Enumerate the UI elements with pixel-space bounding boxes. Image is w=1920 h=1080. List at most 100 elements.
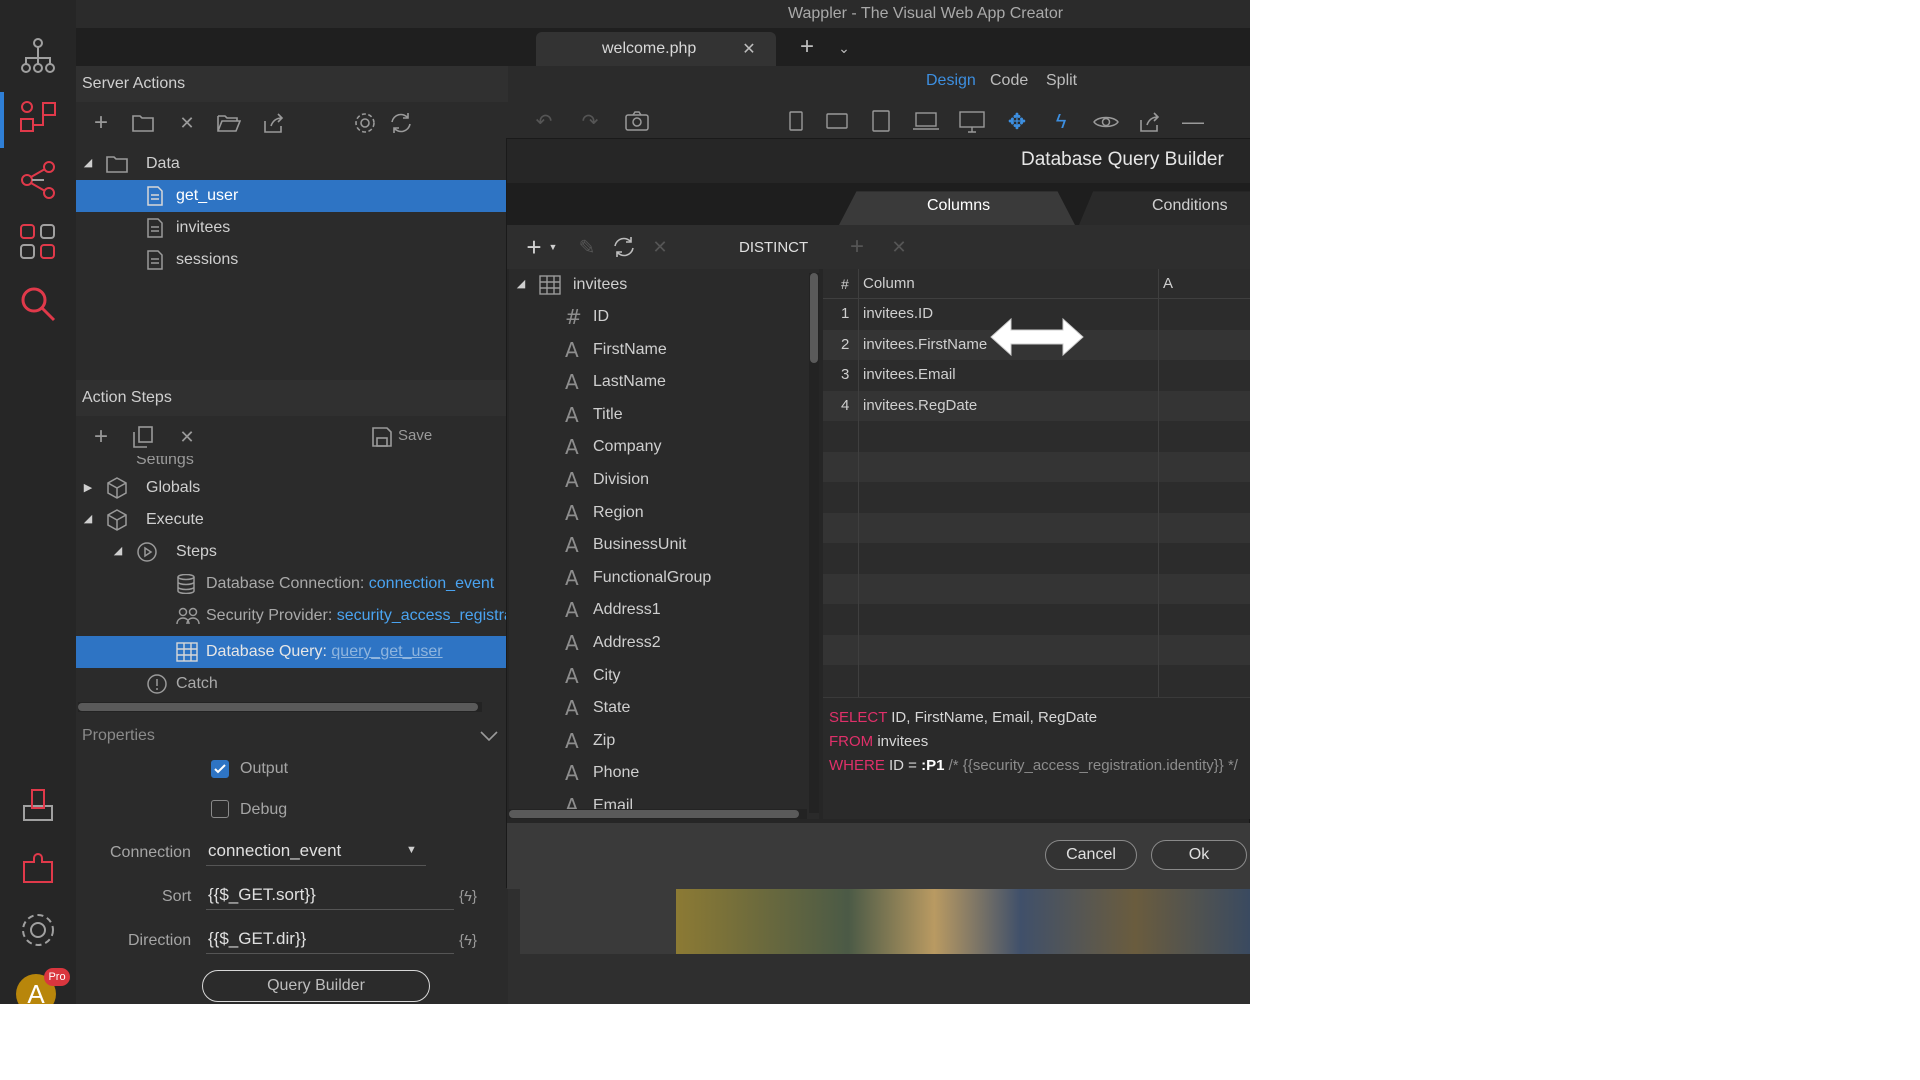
tab-columns-label[interactable]: Columns bbox=[927, 197, 990, 215]
field-item[interactable]: A FirstName bbox=[509, 334, 819, 366]
properties-header[interactable]: Properties bbox=[76, 718, 508, 754]
step-globals[interactable]: ▶ Globals bbox=[76, 472, 508, 504]
file-tab[interactable]: welcome.php ✕ bbox=[536, 32, 776, 66]
publish-icon[interactable] bbox=[12, 780, 64, 832]
eye-icon[interactable] bbox=[1092, 110, 1120, 134]
tree-item-invitees[interactable]: invitees bbox=[76, 212, 508, 244]
step-db-connection[interactable]: Database Connection: connection_event bbox=[76, 568, 508, 600]
dynamic-data-picker-icon[interactable]: {ϟ} bbox=[456, 884, 480, 908]
add-row-icon[interactable]: + bbox=[845, 233, 869, 260]
tab-list-chevron-icon[interactable]: ⌄ bbox=[832, 36, 856, 60]
grid-row[interactable]: 4 invitees.RegDate bbox=[823, 390, 1250, 421]
new-folder-icon[interactable] bbox=[130, 110, 156, 136]
field-item[interactable]: A Division bbox=[509, 464, 819, 496]
field-item[interactable]: A BusinessUnit bbox=[509, 529, 819, 561]
horizontal-scrollbar-thumb[interactable] bbox=[78, 703, 478, 711]
step-catch[interactable]: Catch bbox=[76, 668, 508, 700]
sort-input[interactable]: {{$_GET.sort}} bbox=[206, 882, 454, 910]
redo-icon[interactable]: ↷ bbox=[578, 110, 602, 133]
field-item[interactable]: A Phone bbox=[509, 757, 819, 789]
field-item[interactable]: A FunctionalGroup bbox=[509, 562, 819, 594]
output-checkbox[interactable] bbox=[211, 760, 229, 778]
tree-item-get-user[interactable]: get_user bbox=[76, 180, 508, 212]
server-connect-icon[interactable] bbox=[12, 92, 64, 144]
copy-icon[interactable] bbox=[130, 424, 156, 450]
step-db-query[interactable]: Database Query: query_get_user bbox=[76, 636, 508, 668]
mode-code[interactable]: Code bbox=[990, 72, 1028, 90]
desktop-icon[interactable] bbox=[958, 110, 986, 134]
fields-scrollbar-track[interactable] bbox=[809, 273, 819, 813]
zoom-out-icon[interactable]: — bbox=[1182, 109, 1204, 134]
cancel-button[interactable]: Cancel bbox=[1045, 840, 1137, 870]
fields-hscrollbar-thumb[interactable] bbox=[509, 810, 799, 818]
expand-arrow-icon[interactable]: ◢ bbox=[82, 156, 94, 169]
open-folder-icon[interactable] bbox=[216, 110, 242, 136]
collapsed-arrow-icon[interactable]: ▶ bbox=[82, 480, 94, 494]
settings-gear-icon[interactable] bbox=[12, 904, 64, 956]
save-label[interactable]: Save bbox=[398, 427, 432, 444]
extensions-icon[interactable] bbox=[12, 842, 64, 894]
tree-item-sessions[interactable]: sessions bbox=[76, 244, 508, 276]
query-builder-button[interactable]: Query Builder bbox=[202, 970, 430, 1002]
step-execute[interactable]: ◢ Execute bbox=[76, 504, 508, 536]
remove-row-icon[interactable]: ✕ bbox=[887, 235, 911, 259]
fields-scrollbar-thumb[interactable] bbox=[810, 273, 818, 363]
mobile-landscape-icon[interactable] bbox=[824, 110, 850, 132]
step-security-provider[interactable]: Security Provider: security_access_regis… bbox=[76, 600, 508, 632]
edit-pencil-icon[interactable]: ✎ bbox=[575, 235, 599, 259]
horizontal-scrollbar-track[interactable] bbox=[78, 702, 482, 712]
field-item[interactable]: A Company bbox=[509, 431, 819, 463]
add-dropdown-arrow-icon[interactable]: ▼ bbox=[547, 237, 559, 257]
field-item[interactable]: A Region bbox=[509, 497, 819, 529]
field-item[interactable]: A Address2 bbox=[509, 627, 819, 659]
save-icon[interactable] bbox=[370, 424, 394, 450]
components-icon[interactable] bbox=[12, 216, 64, 268]
ok-button[interactable]: Ok bbox=[1151, 840, 1247, 870]
chevron-down-icon[interactable] bbox=[478, 726, 500, 746]
dynamic-data-picker-icon[interactable]: {ϟ} bbox=[456, 928, 480, 952]
tree-folder-data[interactable]: ◢ Data bbox=[76, 148, 508, 180]
settings-icon[interactable] bbox=[352, 110, 378, 136]
share-icon[interactable] bbox=[1136, 110, 1162, 134]
laptop-icon[interactable] bbox=[912, 110, 940, 132]
remove-column-icon[interactable]: ✕ bbox=[649, 235, 671, 259]
move-arrows-icon[interactable]: ✥ bbox=[1004, 109, 1030, 134]
refresh-columns-icon[interactable] bbox=[611, 235, 637, 259]
app-structure-icon[interactable] bbox=[12, 30, 64, 82]
field-item[interactable]: # ID bbox=[509, 301, 819, 333]
tablet-icon[interactable] bbox=[870, 110, 892, 132]
add-step-icon[interactable]: + bbox=[88, 423, 114, 450]
expand-arrow-icon[interactable]: ◢ bbox=[515, 277, 527, 290]
expand-arrow-icon[interactable]: ◢ bbox=[112, 544, 124, 557]
direction-input[interactable]: {{$_GET.dir}} bbox=[206, 926, 454, 954]
step-steps[interactable]: ◢ Steps bbox=[76, 536, 508, 568]
distinct-toggle[interactable]: DISTINCT bbox=[739, 239, 808, 256]
grid-row[interactable]: 3 invitees.Email bbox=[823, 360, 1250, 390]
mode-design[interactable]: Design bbox=[926, 72, 976, 90]
search-icon[interactable] bbox=[12, 278, 64, 330]
delete-step-icon[interactable]: ✕ bbox=[174, 424, 200, 450]
debug-checkbox[interactable] bbox=[211, 800, 229, 818]
refresh-icon[interactable] bbox=[388, 110, 414, 136]
fields-hscrollbar-track[interactable] bbox=[509, 809, 807, 819]
tab-conditions-label[interactable]: Conditions bbox=[1152, 197, 1228, 215]
undo-icon[interactable]: ↶ bbox=[532, 110, 556, 133]
share-nodes-icon[interactable] bbox=[12, 154, 64, 206]
camera-icon[interactable] bbox=[624, 110, 650, 132]
field-item[interactable]: A City bbox=[509, 660, 819, 692]
connection-select[interactable]: connection_event ▼ bbox=[206, 838, 426, 866]
close-tab-icon[interactable]: ✕ bbox=[740, 40, 758, 58]
new-tab-plus-icon[interactable]: + bbox=[794, 33, 820, 60]
delete-icon[interactable]: ✕ bbox=[174, 110, 200, 136]
mode-split[interactable]: Split bbox=[1046, 72, 1077, 90]
lightning-icon[interactable]: ϟ bbox=[1050, 110, 1072, 134]
field-item[interactable]: A State bbox=[509, 692, 819, 724]
field-item[interactable]: A Title bbox=[509, 399, 819, 431]
field-item[interactable]: A Zip bbox=[509, 725, 819, 757]
add-column-icon[interactable]: + bbox=[521, 232, 547, 262]
mobile-portrait-icon[interactable] bbox=[786, 110, 806, 132]
add-icon[interactable]: + bbox=[88, 109, 114, 136]
table-node[interactable]: ◢ invitees bbox=[509, 269, 819, 301]
field-item[interactable]: A LastName bbox=[509, 366, 819, 398]
field-item[interactable]: A Address1 bbox=[509, 594, 819, 626]
